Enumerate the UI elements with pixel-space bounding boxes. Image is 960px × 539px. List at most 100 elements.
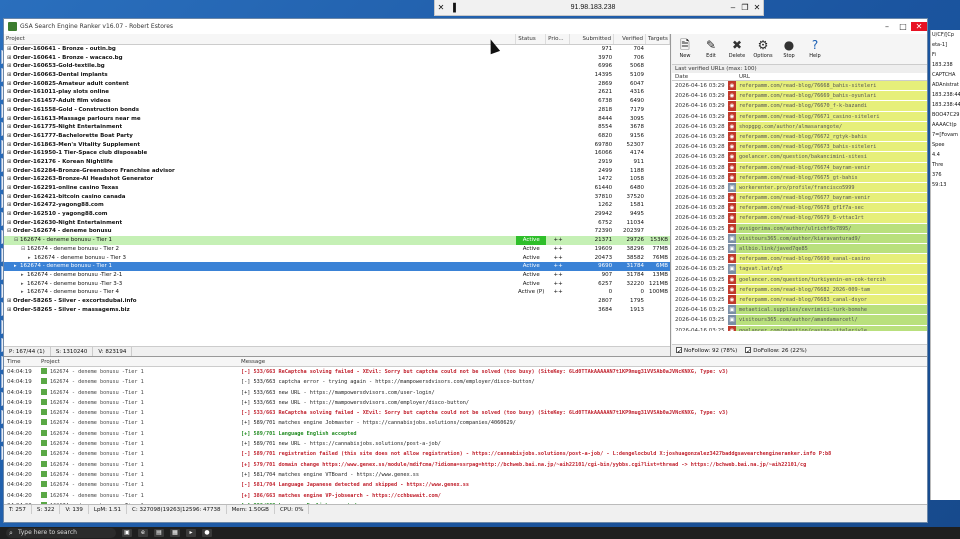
log-row[interactable]: 04:04:19 162674 - deneme bonusu -Tier 1 [+…	[4, 388, 927, 398]
project-row[interactable]: ▸ 162674 - deneme bonusu - Tier 1 Active ++…	[4, 262, 670, 271]
verified-url-row[interactable]: 2026-04-16 03:28 ◉ referpamm.com/read-blog…	[672, 172, 927, 183]
log-row[interactable]: 04:04:20 162674 - deneme bonusu -Tier 1 [+…	[4, 470, 927, 480]
log-row[interactable]: 04:04:19 162674 - deneme bonusu -Tier 1 [+…	[4, 418, 927, 428]
project-row[interactable]: ⊞ Order-58265 - Silver - massagems.biz 368…	[4, 306, 670, 315]
verified-url[interactable]: workerenter.pro/profile/francisco5999	[736, 182, 927, 193]
dofollow-checkbox[interactable]	[745, 346, 751, 356]
minimize-button[interactable]: –	[879, 22, 895, 31]
verified-url-row[interactable]: 2026-04-16 03:28 ◉ shopgpg.com/author/alma…	[672, 121, 927, 132]
verified-url[interactable]: referpamm.com/read-blog/76690_eanal-casi…	[736, 254, 927, 264]
verified-url[interactable]: visitours365.com/author/amandamarcetl/	[736, 315, 927, 325]
verified-url[interactable]: referpamm.com/read-blog/76671_casino-sit…	[736, 111, 927, 121]
close-button[interactable]: ✕	[911, 22, 927, 31]
verified-url[interactable]: referpamm.com/read-blog/76678_gf1f7a-sec	[736, 203, 927, 213]
project-row[interactable]: ⊞ Order-162472-yagong88.com 1262 1581	[4, 201, 670, 210]
verified-url[interactable]: referpamm.com/read-blog/76672_rgtyk-bahi…	[736, 131, 927, 142]
verified-url-row[interactable]: 2026-04-16 03:25 ▣ visitours365.com/author…	[672, 315, 927, 326]
header-submitted[interactable]: Submitted	[570, 34, 615, 44]
project-row[interactable]: ⊞ Order-161011-play slots online 2621 4316	[4, 88, 670, 97]
project-row[interactable]: ⊞ Order-162510 - yagong88.com 29942 9495	[4, 210, 670, 219]
project-row[interactable]: ⊞ Order-162291-online casino Texas 61440 64…	[4, 184, 670, 193]
maximize-button[interactable]: □	[895, 22, 911, 31]
verified-url[interactable]: goelancer.com/question/bakancimini-sites…	[736, 152, 927, 162]
header-targets[interactable]: Targets	[646, 34, 670, 44]
project-row[interactable]: ▸ 162674 - deneme bonusu -Tier 3-3 Active +…	[4, 280, 670, 289]
verified-url-row[interactable]: 2026-04-16 03:25 ◉ referpamm.com/read-blog…	[672, 284, 927, 295]
verified-url-row[interactable]: 2026-04-16 03:25 ▣ visitours365.com/author…	[672, 233, 927, 244]
project-row[interactable]: ▸ 162674 - deneme bonusu -Tier 2-1 Active +…	[4, 271, 670, 280]
verified-url[interactable]: referpamm.com/read-blog/76682_2026-009-t…	[736, 284, 927, 294]
verified-url[interactable]: goelancer.com/question/casino-siteleriyl…	[736, 325, 927, 331]
project-row[interactable]: ⊞ Order-162630-Night Entertainment 6752 110…	[4, 219, 670, 228]
verified-url[interactable]: referpamm.com/read-blog/76668_bahis-site…	[736, 81, 927, 91]
verified-url[interactable]: tagvat.lat/xg5	[736, 264, 927, 274]
verified-url-row[interactable]: 2026-04-16 03:29 ◉ referpamm.com/read-blog…	[672, 101, 927, 112]
project-row[interactable]: ⊞ Order-58265 - Silver - excortsdubai.inf…	[4, 297, 670, 306]
log-row[interactable]: 04:04:20 162674 - deneme bonusu -Tier 1 [+…	[4, 491, 927, 501]
project-row[interactable]: ▸ 162674 - deneme bonusu - Tier 3 Active ++…	[4, 254, 670, 263]
verified-url[interactable]: referpamm.com/read-blog/76675_gt-bahis	[736, 172, 927, 182]
verified-url-row[interactable]: 2026-04-16 03:25 ▣ allbio.link/javed7qe85	[672, 244, 927, 255]
log-row[interactable]: 04:04:20 162674 - deneme bonusu -Tier 1 [-…	[4, 449, 927, 459]
minimize-icon[interactable]: –	[727, 3, 739, 12]
app-taskbar-icon[interactable]: ●	[202, 529, 212, 537]
verified-url-row[interactable]: 2026-04-16 03:29 ◉ referpamm.com/read-blog…	[672, 111, 927, 122]
header-message[interactable]: Message	[238, 357, 927, 366]
terminal-icon[interactable]: ▸	[186, 529, 196, 537]
verified-url-row[interactable]: 2026-04-16 03:28 ◉ referpamm.com/read-blog…	[672, 213, 927, 224]
verified-url-row[interactable]: 2026-04-16 03:28 ◉ referpamm.com/read-blog…	[672, 203, 927, 214]
pin-icon[interactable]: ✕	[435, 3, 447, 12]
verified-url-row[interactable]: 2026-04-16 03:25 ◉ goelancer.com/question/…	[672, 325, 927, 331]
verified-url[interactable]: shopgpg.com/author/almasarangote/	[736, 121, 927, 131]
project-row[interactable]: ⊟ Order-162674 - deneme bonusu 72390 202397	[4, 227, 670, 236]
log-row[interactable]: 04:04:19 162674 - deneme bonusu -Tier 1 [-…	[4, 367, 927, 377]
project-row[interactable]: ⊞ Order-161863-Men's Vitality Supplement 6…	[4, 141, 670, 150]
store-icon[interactable]: ▦	[170, 529, 180, 537]
project-row[interactable]: ⊞ Order-162176 - Korean Nightlife 2919 911	[4, 158, 670, 167]
nofollow-checkbox[interactable]	[676, 346, 682, 356]
verified-url-row[interactable]: 2026-04-16 03:29 ◉ referpamm.com/read-blog…	[672, 91, 927, 102]
header-verified[interactable]: Verified	[614, 34, 647, 44]
verified-url-row[interactable]: 2026-04-16 03:25 ▣ metaetical.supplies/cev…	[672, 305, 927, 316]
project-row[interactable]: ⊞ Order-161613-Massage parlours near me 84…	[4, 115, 670, 124]
verified-url[interactable]: goelancer.com/question/turkiyenin-en-cok…	[736, 274, 927, 284]
verified-url[interactable]: allbio.link/javed7qe85	[736, 244, 927, 254]
project-row[interactable]: ⊞ Order-162421-bitcoin casino canada 37810…	[4, 193, 670, 202]
explorer-icon[interactable]: ▤	[154, 529, 164, 537]
dofollow-stat[interactable]: DoFollow: 26 (22%)	[741, 345, 810, 356]
verified-url[interactable]: referpamm.com/read-blog/76677_bayram-ven…	[736, 193, 927, 203]
project-row[interactable]: ⊞ Order-161950-1 Tier-Space club disposab…	[4, 149, 670, 158]
verified-url-row[interactable]: 2026-04-16 03:28 ◉ referpamm.com/read-blog…	[672, 131, 927, 143]
verified-url-row[interactable]: 2026-04-16 03:25 ◉ goelancer.com/question/…	[672, 274, 927, 285]
verified-url[interactable]: avsigorima.com/author/ulrichf9x7895/	[736, 223, 927, 233]
options-button[interactable]: ⚙ Options	[750, 34, 776, 64]
project-row[interactable]: ⊞ Order-160653-Gold-textile.bg 6996 5068	[4, 62, 670, 71]
log-row[interactable]: 04:04:20 162674 - deneme bonusu -Tier 1 [+…	[4, 439, 927, 449]
project-row[interactable]: ⊞ Order-161777-Bachelorette Boat Party 682…	[4, 132, 670, 141]
log-row[interactable]: 04:04:19 162674 - deneme bonusu -Tier 1 [+…	[4, 398, 927, 408]
header-project[interactable]: Project	[4, 34, 517, 44]
verified-url-row[interactable]: 2026-04-16 03:28 ◉ referpamm.com/read-blog…	[672, 142, 927, 153]
verified-url-row[interactable]: 2026-04-16 03:28 ◉ goelancer.com/question/…	[672, 152, 927, 163]
task-view-icon[interactable]: ▣	[122, 529, 132, 537]
stop-button[interactable]: ● Stop	[776, 34, 802, 64]
verified-url[interactable]: referpamm.com/read-blog/76670_f-k-bazand…	[736, 101, 927, 111]
project-row[interactable]: ⊞ Order-160641 - Bronze - wacaco.bg 3970 70…	[4, 54, 670, 63]
header-time[interactable]: Time	[4, 357, 38, 366]
restore-icon[interactable]: ❐	[739, 3, 751, 12]
verified-url-row[interactable]: 2026-04-16 03:29 ◉ referpamm.com/read-blog…	[672, 81, 927, 92]
verified-url[interactable]: referpamm.com/read-blog/76669_bahis-oyun…	[736, 91, 927, 101]
log-row[interactable]: 04:04:19 162674 - deneme bonusu -Tier 1 [-…	[4, 408, 927, 418]
edit-button[interactable]: ✎ Edit	[698, 34, 724, 64]
verified-url[interactable]: referpamm.com/read-blog/76679_8-vttac1rt	[736, 213, 927, 223]
project-row[interactable]: ⊞ Order-161457-Adult film videos 6738 6490	[4, 97, 670, 106]
delete-button[interactable]: ✖ Delete	[724, 34, 750, 64]
project-row[interactable]: ⊞ Order-160663-Dental implants 14395 5109	[4, 71, 670, 80]
project-row[interactable]: ⊞ Order-162263-Bronze-AI Headshot Generat…	[4, 175, 670, 184]
project-row[interactable]: ⊟ 162674 - deneme bonusu - Tier 2 Active ++…	[4, 245, 670, 254]
header-date[interactable]: Date	[672, 73, 736, 80]
close-icon[interactable]: ✕	[751, 3, 763, 12]
taskbar-search[interactable]: Type here to search	[6, 528, 116, 538]
verified-url-row[interactable]: 2026-04-16 03:25 ◉ avsigorima.com/author/u…	[672, 223, 927, 234]
header-url[interactable]: URL	[736, 73, 750, 80]
